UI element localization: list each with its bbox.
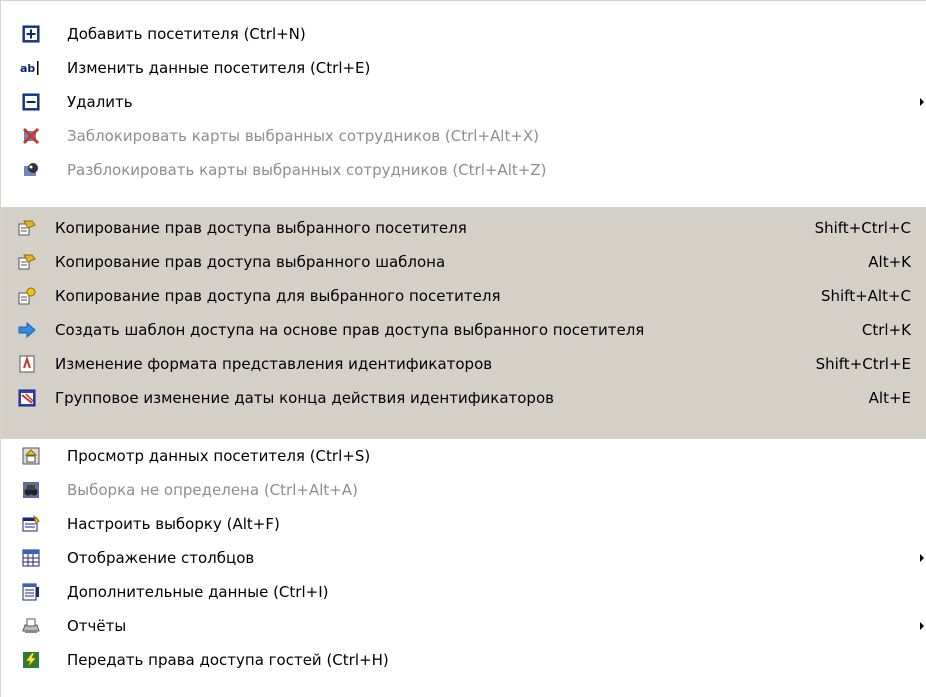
columns-icon <box>22 549 40 567</box>
menu-item-label: Изменить данные посетителя (Ctrl+E) <box>67 59 371 77</box>
copy-rights-icon <box>18 220 36 236</box>
printer-icon <box>22 618 40 633</box>
menu-item-label: Копирование прав доступа выбранного посе… <box>55 219 467 237</box>
menu-item-label: Выборка не определена (Ctrl+Alt+A) <box>67 481 358 499</box>
menu-item-view-visitor[interactable]: Просмотр данных посетителя (Ctrl+S) <box>1 439 926 473</box>
access-rights-group: Копирование прав доступа выбранного посе… <box>1 207 926 439</box>
menu-item-label: Удалить <box>67 93 133 111</box>
menu-item-label: Дополнительные данные (Ctrl+I) <box>67 583 329 601</box>
menu-item-selection-undefined[interactable]: Выборка не определена (Ctrl+Alt+A) <box>1 473 926 507</box>
menu-item-label: Добавить посетителя (Ctrl+N) <box>67 25 306 43</box>
submenu-arrow-icon <box>920 554 924 562</box>
menu-item-create-template[interactable]: Создать шаблон доступа на основе прав до… <box>1 313 926 347</box>
menu-item-label: Групповое изменение даты конца действия … <box>55 389 554 407</box>
menu-item-label: Заблокировать карты выбранных сотруднико… <box>67 127 540 145</box>
menu-item-label: Создать шаблон доступа на основе прав до… <box>55 321 645 339</box>
menu-item-label: Копирование прав доступа для выбранного … <box>55 287 501 305</box>
menu-item-copy-visitor-rights[interactable]: Копирование прав доступа выбранного посе… <box>1 211 926 245</box>
binoculars-icon <box>23 482 39 498</box>
menu-item-label: Просмотр данных посетителя (Ctrl+S) <box>67 447 371 465</box>
menu-item-transfer-guest-rights[interactable]: Передать права доступа гостей (Ctrl+H) <box>1 643 926 677</box>
submenu-arrow-icon <box>920 622 924 630</box>
shortcut-label: Alt+E <box>868 389 911 407</box>
edit-text-icon: ab <box>20 61 39 75</box>
calendar-icon <box>18 389 36 407</box>
menu-item-reports[interactable]: Отчёты <box>1 609 926 643</box>
menu-item-copy-to-visitor[interactable]: Копирование прав доступа для выбранного … <box>1 279 926 313</box>
copy-template-icon <box>18 254 36 270</box>
menu-item-label: Отчёты <box>67 617 127 635</box>
submenu-arrow-icon <box>920 98 924 106</box>
shortcut-label: Alt+K <box>868 253 911 271</box>
menu-item-block-cards[interactable]: Заблокировать карты выбранных сотруднико… <box>1 119 926 153</box>
block-cards-icon <box>22 127 40 145</box>
shortcut-label: Shift+Ctrl+C <box>814 219 911 237</box>
menu-item-configure-selection[interactable]: Настроить выборку (Alt+F) <box>1 507 926 541</box>
configure-filter-icon <box>22 515 40 532</box>
context-menu: Добавить посетителя (Ctrl+N) ab Изменить… <box>0 0 926 697</box>
format-document-icon <box>19 355 35 373</box>
remove-icon <box>22 93 40 111</box>
menu-item-unblock-cards[interactable]: Разблокировать карты выбранных сотрудник… <box>1 153 926 187</box>
menu-item-copy-template-rights[interactable]: Копирование прав доступа выбранного шабл… <box>1 245 926 279</box>
menu-item-change-id-format[interactable]: Изменение формата представления идентифи… <box>1 347 926 381</box>
menu-item-group-change-date[interactable]: Групповое изменение даты конца действия … <box>1 381 926 415</box>
menu-item-column-display[interactable]: Отображение столбцов <box>1 541 926 575</box>
shortcut-label: Ctrl+K <box>861 321 911 339</box>
menu-item-label: Настроить выборку (Alt+F) <box>67 515 280 533</box>
menu-item-label: Отображение столбцов <box>67 549 255 567</box>
menu-item-additional-data[interactable]: Дополнительные данные (Ctrl+I) <box>1 575 926 609</box>
lightning-icon <box>23 652 39 668</box>
add-icon <box>22 25 40 43</box>
unblock-cards-icon <box>24 163 38 176</box>
menu-item-label: Разблокировать карты выбранных сотрудник… <box>67 161 547 179</box>
menu-item-label: Копирование прав доступа выбранного шабл… <box>55 253 446 271</box>
copy-to-visitor-icon <box>18 287 36 305</box>
menu-item-label: Изменение формата представления идентифи… <box>55 355 493 373</box>
view-details-icon <box>22 447 40 465</box>
shortcut-label: Shift+Alt+C <box>820 287 911 305</box>
menu-item-add-visitor[interactable]: Добавить посетителя (Ctrl+N) <box>1 17 926 51</box>
svg-text:ab: ab <box>20 62 35 75</box>
menu-item-edit-visitor[interactable]: ab Изменить данные посетителя (Ctrl+E) <box>1 51 926 85</box>
shortcut-label: Shift+Ctrl+E <box>815 355 911 373</box>
menu-item-label: Передать права доступа гостей (Ctrl+H) <box>67 651 389 669</box>
extra-data-icon <box>22 583 39 601</box>
menu-item-delete[interactable]: Удалить <box>1 85 926 119</box>
arrow-right-icon <box>18 321 36 339</box>
